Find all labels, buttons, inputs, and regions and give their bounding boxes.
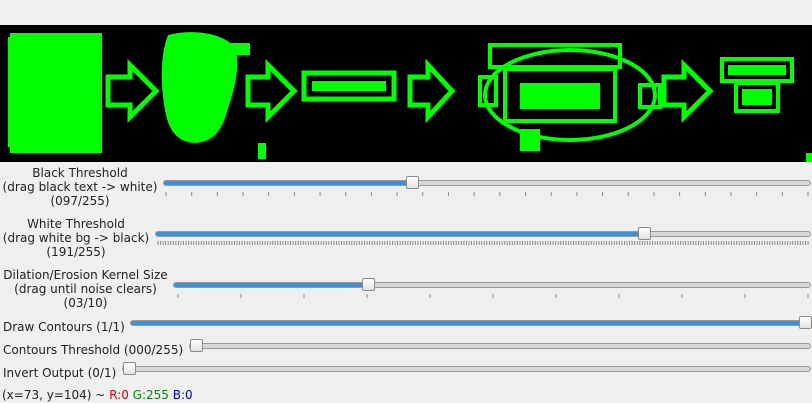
black-threshold-label: Black Threshold (drag black text -> whit… bbox=[2, 166, 158, 208]
slider-handle[interactable] bbox=[637, 227, 651, 240]
cursor-coords: (x=73, y=104) ~ bbox=[2, 388, 106, 402]
draw-contours-slider[interactable] bbox=[130, 316, 812, 329]
slider-fill bbox=[174, 283, 367, 287]
black-threshold-control: Black Threshold (drag black text -> whit… bbox=[0, 166, 812, 208]
slider-ticks bbox=[157, 241, 809, 245]
slider-ticks bbox=[177, 294, 809, 298]
contours-threshold-label: Contours Threshold (000/255) bbox=[3, 343, 184, 357]
draw-contours-control: Draw Contours (1/1) bbox=[0, 316, 812, 336]
green-value: G:255 bbox=[132, 388, 169, 402]
processed-image bbox=[8, 32, 812, 162]
slider-fill bbox=[156, 232, 644, 236]
invert-output-control: Invert Output (0/1) bbox=[0, 362, 812, 382]
kernel-size-slider[interactable] bbox=[173, 278, 811, 291]
contours-threshold-slider[interactable] bbox=[189, 339, 811, 352]
slider-handle[interactable] bbox=[361, 278, 375, 291]
red-value: R:0 bbox=[109, 388, 129, 402]
draw-contours-label: Draw Contours (1/1) bbox=[3, 320, 125, 334]
kernel-size-control: Dilation/Erosion Kernel Size (drag until… bbox=[0, 268, 812, 310]
slider-fill bbox=[164, 181, 412, 185]
white-threshold-label: White Threshold (drag white bg -> black)… bbox=[2, 217, 150, 259]
invert-output-slider[interactable] bbox=[122, 362, 811, 375]
blue-value: B:0 bbox=[172, 388, 193, 402]
contours-threshold-control: Contours Threshold (000/255) bbox=[0, 339, 812, 359]
white-threshold-control: White Threshold (drag white bg -> black)… bbox=[0, 217, 812, 259]
slider-handle[interactable] bbox=[405, 176, 419, 189]
pixel-status-bar: (x=73, y=104) ~ R:0 G:255 B:0 bbox=[2, 388, 193, 402]
image-display[interactable] bbox=[0, 25, 812, 162]
slider-handle[interactable] bbox=[123, 362, 136, 375]
black-threshold-slider[interactable] bbox=[163, 176, 811, 189]
slider-handle[interactable] bbox=[190, 339, 203, 352]
white-threshold-slider[interactable] bbox=[155, 227, 811, 240]
slider-fill bbox=[131, 321, 805, 325]
kernel-size-label: Dilation/Erosion Kernel Size (drag until… bbox=[3, 268, 168, 310]
slider-handle[interactable] bbox=[799, 316, 812, 329]
slider-ticks bbox=[165, 192, 809, 196]
invert-output-label: Invert Output (0/1) bbox=[3, 366, 117, 380]
